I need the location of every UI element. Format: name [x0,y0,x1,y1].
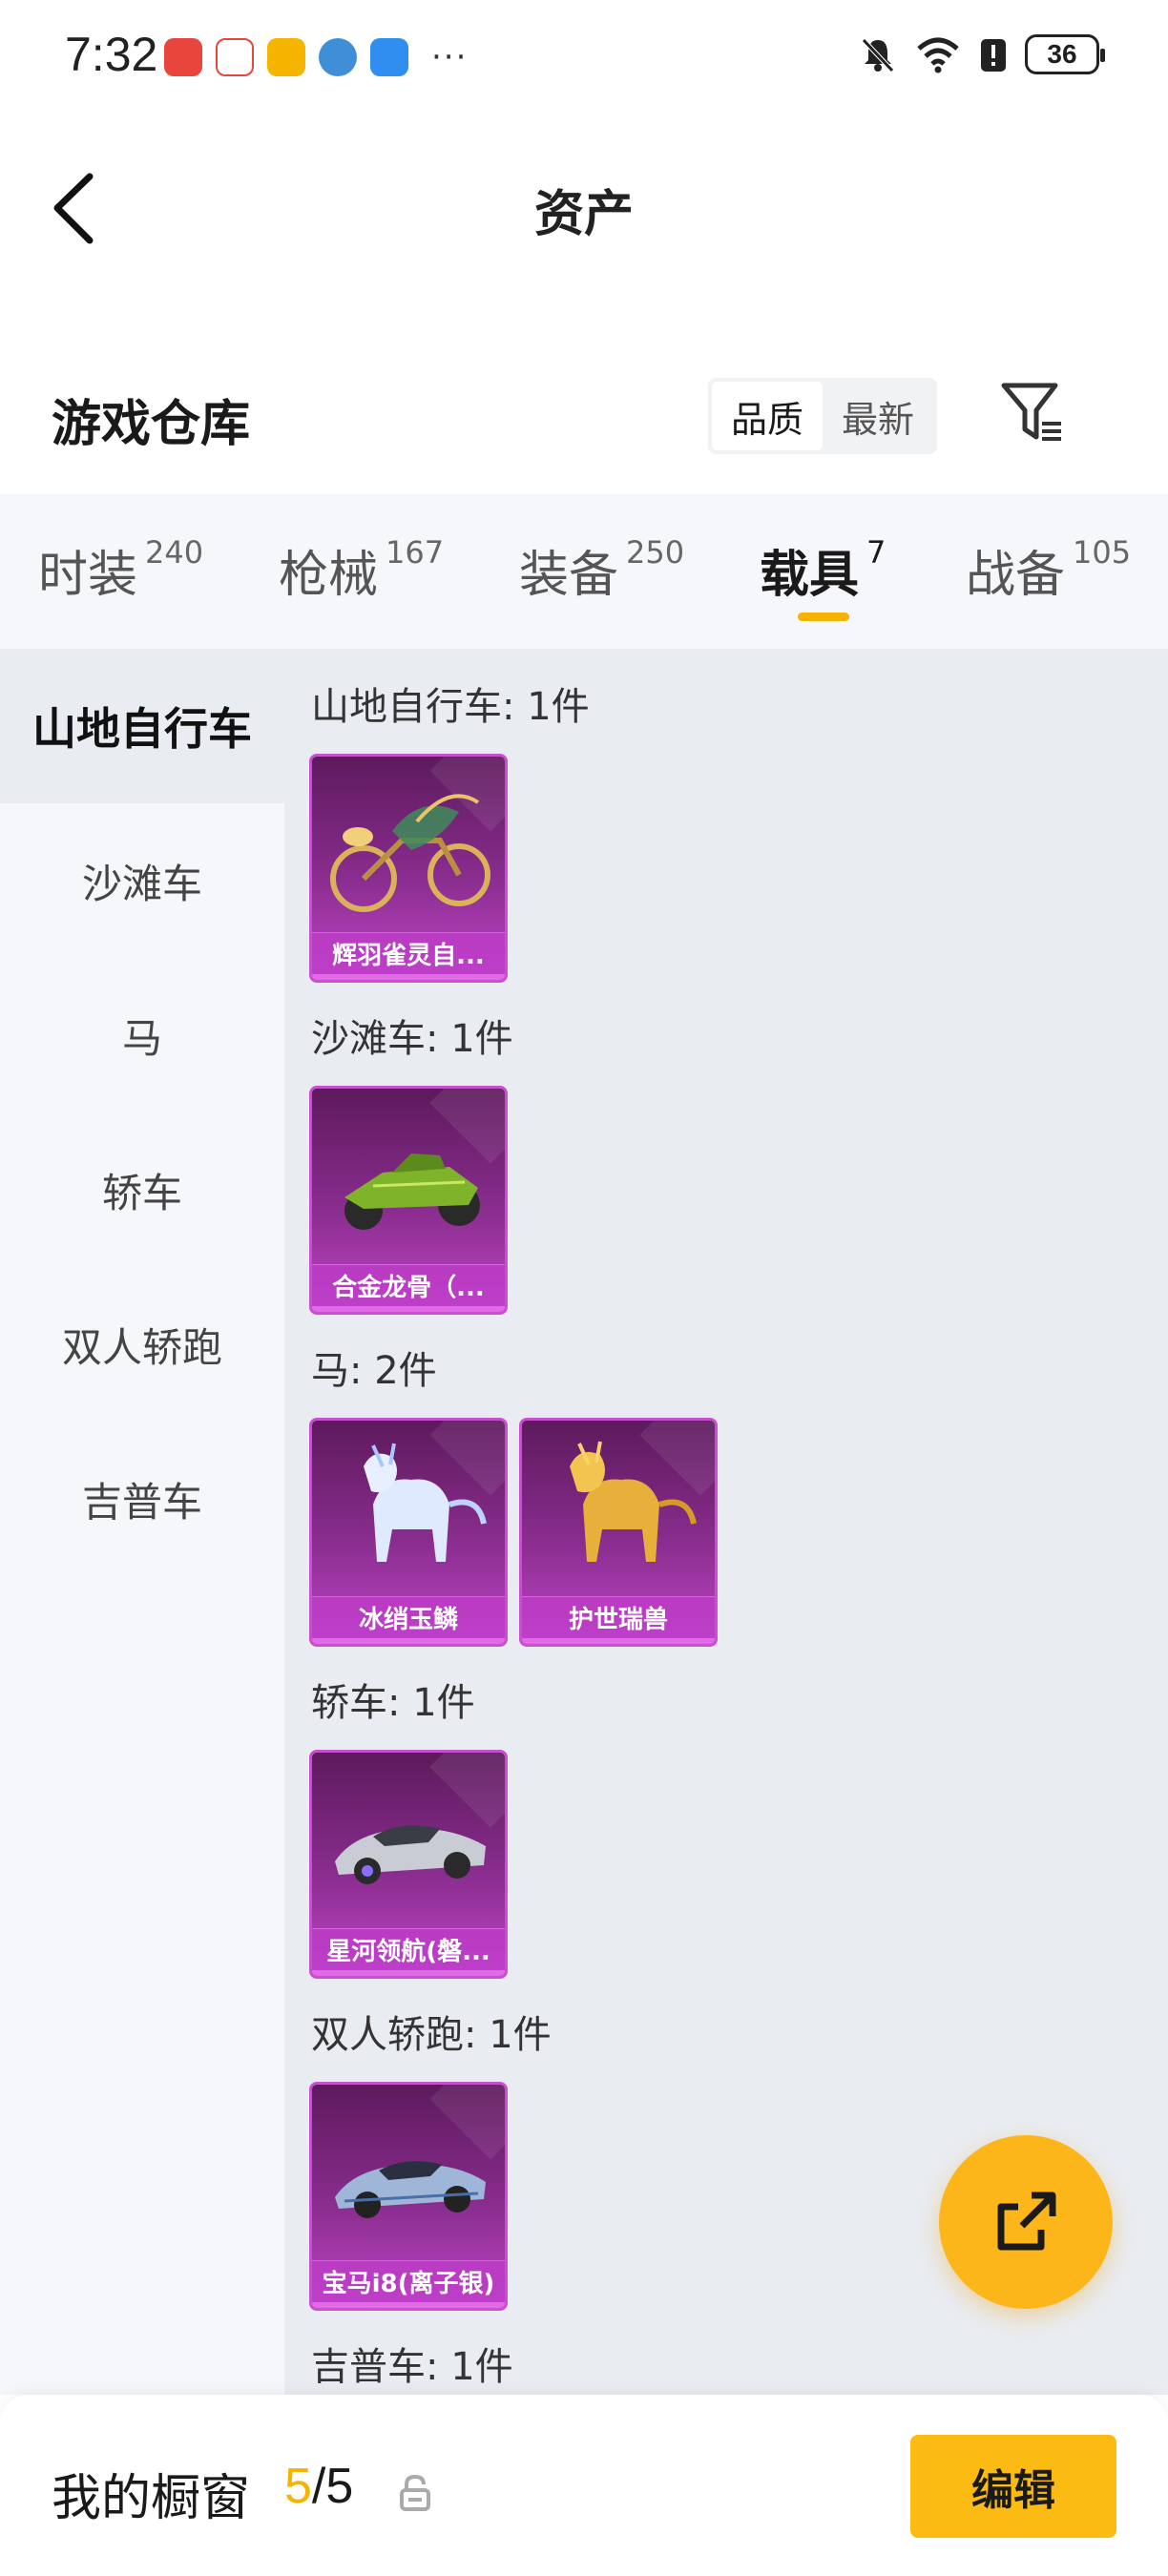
silver-sedan-icon [335,1825,486,1884]
item-name: 冰绡玉鳞 [312,1596,505,1638]
weather-app-icon [370,38,408,76]
sort-option-latest[interactable]: 最新 [823,382,933,450]
news-app-icon [216,38,254,76]
sidebar-item-sedan[interactable]: 轿车 [0,1112,284,1267]
mute-bell-icon [862,38,894,73]
tab-count: 105 [1073,534,1132,571]
showcase-current: 5 [284,2459,312,2514]
status-bar: 7:32 ··· 36 [0,0,1168,114]
ice-qilin-icon [364,1443,487,1562]
sidebar-item-jeep[interactable]: 吉普车 [0,1422,284,1576]
item-name: 辉羽雀灵自... [312,932,505,974]
tab-label: 枪械 [279,547,379,604]
card-rarity-bar [312,1638,505,1644]
share-fab[interactable] [939,2135,1113,2309]
item-name: 宝马i8(离子银) [312,2260,505,2302]
group-title: 沙滩车: 1件 [311,1017,513,1061]
item-name: 星河领航(磐... [312,1928,505,1970]
showcase-count: 5/5 [284,2458,353,2515]
sidebar-item-beach-buggy[interactable]: 沙滩车 [0,803,284,958]
filter-icon[interactable] [998,380,1067,447]
showcase-total: 5 [325,2459,354,2514]
card-rarity-bar [312,1306,505,1312]
card-rarity-bar [312,974,505,980]
item-card[interactable]: 合金龙骨（... [309,1086,508,1315]
chat-app-icon [267,38,305,76]
sort-toggle: 品质 最新 [708,378,937,454]
sidebar-item-mountain-bike[interactable]: 山地自行车 [0,649,284,803]
card-rarity-bar [312,2302,505,2308]
tab-supplies[interactable]: 战备 105 [966,534,1131,606]
huawei-app-icon [164,38,202,76]
golden-bicycle-icon [330,794,490,912]
tab-vehicles[interactable]: 载具 7 [760,534,886,606]
group-title: 山地自行车: 1件 [311,685,590,729]
group-title: 双人轿跑: 1件 [311,2013,552,2057]
showcase-label: 我的橱窗 [52,2470,251,2527]
tab-fashion[interactable]: 时装 240 [38,534,203,606]
item-card[interactable]: 宝马i8(离子银) [309,2082,508,2311]
item-card[interactable]: 冰绡玉鳞 [309,1418,508,1647]
tab-count: 240 [145,534,204,571]
sidebar-item-horse[interactable]: 马 [0,958,284,1112]
item-name: 护世瑞兽 [522,1596,715,1638]
tab-count: 167 [386,534,445,571]
battery-icon: 36 [1025,34,1105,74]
alert-icon [981,39,1006,72]
more-dots-icon: ··· [431,38,469,76]
title-bar: 资产 [0,143,1168,267]
tab-label: 装备 [519,547,619,604]
sort-option-quality[interactable]: 品质 [712,382,823,450]
card-rarity-bar [312,1970,505,1976]
green-buggy-icon [344,1153,480,1230]
browser-app-icon [319,38,357,76]
tab-count: 7 [866,534,886,571]
group-title: 马: 2件 [311,1349,437,1393]
share-external-icon [997,2192,1056,2251]
status-app-icons: ··· [164,38,468,76]
card-rarity-bar [522,1638,715,1644]
item-card[interactable]: 护世瑞兽 [519,1418,718,1647]
wifi-icon [917,37,959,73]
status-right-icons: 36 [859,34,1105,74]
tab-label: 载具 [760,547,860,604]
tab-label: 时装 [38,547,138,604]
page-title: 资产 [533,186,634,243]
group-title: 吉普车: 1件 [311,2345,513,2389]
item-card[interactable]: 辉羽雀灵自... [309,754,508,983]
tab-count: 250 [626,534,685,571]
lock-open-icon [400,2474,430,2511]
warehouse-title: 游戏仓库 [52,396,251,453]
golden-qilin-icon [570,1441,697,1562]
showcase-separator: / [311,2459,326,2514]
item-card[interactable]: 星河领航(磐... [309,1750,508,1979]
showcase-bar: 我的橱窗 5/5 编辑 [0,2395,1168,2576]
active-tab-indicator [798,613,849,621]
blue-coupe-icon [335,2161,486,2218]
tab-equipment[interactable]: 装备 250 [519,534,684,606]
item-name: 合金龙骨（... [312,1264,505,1306]
tab-label: 战备 [966,547,1066,604]
sidebar-item-coupe[interactable]: 双人轿跑 [0,1267,284,1422]
status-time: 7:32 [65,28,158,81]
tab-guns[interactable]: 枪械 167 [279,534,444,606]
vehicle-type-sidebar: 山地自行车 沙滩车 马 轿车 双人轿跑 吉普车 [0,649,284,2395]
vehicle-list: 山地自行车: 1件 辉羽雀灵自... 沙滩车: 1件 合金龙骨（... 马: 2… [284,649,1168,2395]
category-tabs: 时装 240 枪械 167 装备 250 载具 7 战备 105 [0,494,1168,649]
group-title: 轿车: 1件 [311,1681,475,1725]
edit-button[interactable]: 编辑 [910,2435,1116,2538]
